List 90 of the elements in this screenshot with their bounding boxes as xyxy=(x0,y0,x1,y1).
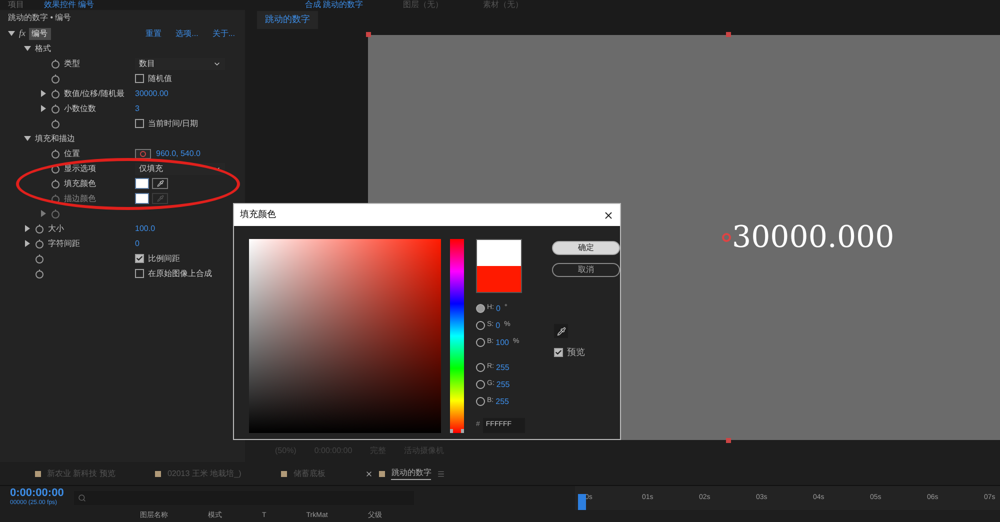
checkbox[interactable] xyxy=(135,269,144,278)
timeline-tab[interactable]: 跳动的数字 xyxy=(391,467,432,480)
checkbox[interactable] xyxy=(135,119,144,128)
checkbox[interactable] xyxy=(135,74,144,83)
close-icon[interactable] xyxy=(603,210,614,220)
anchor-point-icon xyxy=(722,233,731,242)
radio-button[interactable] xyxy=(476,397,485,406)
close-icon xyxy=(365,470,374,478)
value-text[interactable]: 3 xyxy=(135,104,140,112)
ok-button[interactable]: 确定 xyxy=(552,241,620,255)
stopwatch-icon[interactable] xyxy=(51,74,60,84)
expand-arrow-icon[interactable] xyxy=(8,30,15,37)
menu-icon xyxy=(437,470,446,478)
property-label: 数值/位移/随机最 xyxy=(64,88,124,100)
radio-button[interactable] xyxy=(476,380,485,389)
timecode[interactable]: 0:00:00:00 xyxy=(10,488,64,498)
value-text[interactable]: 30000.00 xyxy=(135,88,168,98)
stopwatch-icon[interactable] xyxy=(51,118,60,128)
group-label: 格式 xyxy=(35,42,51,54)
checkbox-label: 当前时间/日期 xyxy=(148,118,198,130)
stopwatch-icon[interactable] xyxy=(51,58,60,68)
property-label: 字符间距 xyxy=(48,238,80,250)
stopwatch-icon[interactable] xyxy=(35,254,44,264)
checkbox[interactable] xyxy=(554,348,563,358)
checkbox-label: 在原始图像上合成 xyxy=(148,268,212,280)
channel-value[interactable]: 255 xyxy=(496,378,510,390)
effect-link[interactable]: 重置 xyxy=(146,28,162,40)
property-label: 描边颜色 xyxy=(64,192,96,204)
effect-link[interactable]: 选项... xyxy=(176,28,198,40)
property-label: 小数位数 xyxy=(64,102,96,114)
fx-label[interactable]: fx xyxy=(19,26,26,40)
panel-tab[interactable]: 合成 跳动的数字 xyxy=(305,0,364,10)
channel-value[interactable]: 0 xyxy=(496,302,500,314)
handle-icon[interactable] xyxy=(366,32,371,37)
handle-icon[interactable] xyxy=(726,438,731,443)
cancel-button[interactable]: 取消 xyxy=(552,263,620,277)
channel-value[interactable]: 255 xyxy=(496,362,510,374)
stopwatch-icon[interactable] xyxy=(35,268,44,278)
expand-arrow-icon[interactable] xyxy=(24,135,31,142)
color-preview xyxy=(476,239,522,293)
expand-arrow-icon[interactable] xyxy=(24,45,31,52)
stopwatch-icon[interactable] xyxy=(51,148,60,158)
search-field[interactable] xyxy=(74,491,414,505)
effect-name[interactable]: 编号 xyxy=(28,28,50,40)
crosshair-icon[interactable] xyxy=(135,148,151,158)
panel-tab[interactable]: 效果控件 编号 xyxy=(44,0,94,10)
checkbox-label: 随机值 xyxy=(148,72,172,84)
value-text[interactable]: 960.0, 540.0 xyxy=(156,148,200,160)
stopwatch-icon[interactable] xyxy=(51,178,60,188)
property-label: 显示选项 xyxy=(64,162,96,174)
preview-label: 预览 xyxy=(567,346,585,359)
breadcrumb: 跳动的数字 • 编号 xyxy=(8,12,72,24)
expand-arrow-icon[interactable] xyxy=(24,240,31,247)
dialog-title: 填充颜色 xyxy=(240,208,276,222)
expand-arrow-icon[interactable] xyxy=(24,225,31,232)
stopwatch-icon[interactable] xyxy=(51,164,60,174)
canvas-text: 30000.000 xyxy=(732,219,894,257)
radio-button[interactable] xyxy=(476,363,485,372)
stopwatch-icon[interactable] xyxy=(51,88,60,98)
radio-button[interactable] xyxy=(476,338,485,347)
property-label: 类型 xyxy=(64,58,80,70)
radio-button[interactable] xyxy=(476,304,485,313)
property-label: 大小 xyxy=(48,222,64,234)
value-text[interactable]: 0 xyxy=(135,238,140,248)
group-label: 填充和描边 xyxy=(35,132,75,144)
property-label: 填充颜色 xyxy=(64,178,96,190)
expand-arrow-icon[interactable] xyxy=(40,105,47,112)
color-field[interactable] xyxy=(249,239,441,433)
checkbox[interactable] xyxy=(135,254,144,263)
search-icon xyxy=(78,494,86,502)
channel-value[interactable]: 255 xyxy=(496,396,509,408)
hue-slider[interactable] xyxy=(450,239,464,433)
effect-link[interactable]: 关于... xyxy=(212,28,235,40)
panel-tab[interactable]: 项目 xyxy=(8,0,24,10)
eyedropper-icon[interactable] xyxy=(554,324,568,338)
checkbox-label: 比例间距 xyxy=(148,252,180,264)
radio-button[interactable] xyxy=(476,321,485,330)
composition-tab[interactable]: 跳动的数字 xyxy=(257,11,318,29)
color-swatch[interactable] xyxy=(135,178,149,189)
channel-value[interactable]: 0 xyxy=(496,320,500,332)
value-text[interactable]: 100.0 xyxy=(135,224,156,232)
stopwatch-icon[interactable] xyxy=(51,104,60,114)
property-label: 位置 xyxy=(64,148,80,160)
channel-value[interactable]: 100 xyxy=(496,336,509,348)
hue-slider-thumb[interactable] xyxy=(450,429,464,433)
expand-arrow-icon[interactable] xyxy=(40,90,47,97)
stopwatch-icon[interactable] xyxy=(35,224,44,234)
handle-icon[interactable] xyxy=(726,32,731,37)
stopwatch-icon[interactable] xyxy=(35,238,44,248)
eyedropper-icon[interactable] xyxy=(152,178,168,189)
